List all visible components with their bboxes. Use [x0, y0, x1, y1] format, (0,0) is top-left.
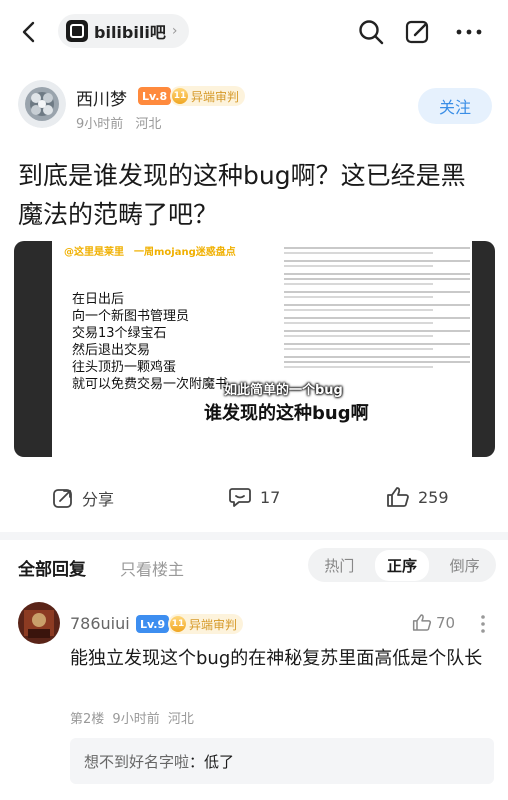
bilibili-logo-icon [66, 20, 88, 42]
image-caption-small: 如此简单的一个bug [224, 383, 343, 398]
forum-name: bilibili吧 [94, 23, 166, 42]
author-level-badge: Lv.8 [138, 87, 172, 105]
sort-hot[interactable]: 热门 [312, 550, 366, 581]
search-icon[interactable] [358, 19, 384, 45]
post-location: 河北 [135, 117, 162, 132]
sub-reply-text: 低了 [204, 752, 235, 771]
author-level-text: Lv.8 [142, 89, 168, 103]
sub-reply-separator: ： [189, 752, 205, 771]
like-button[interactable]: 259 [386, 486, 449, 508]
medal-icon: 11 [172, 88, 188, 104]
comment-meta: 第2楼 9小时前 河北 [70, 708, 194, 727]
image-caption-large: 谁发现的这种bug啊 [204, 403, 369, 424]
sub-reply[interactable]: 想不到好名字啦 ： 低了 [70, 738, 494, 784]
commenter-tag-text: 异端审判 [189, 617, 238, 632]
commenter-level-text: Lv.9 [140, 617, 166, 631]
image-steps-text [284, 247, 470, 374]
thumbs-up-icon [387, 487, 409, 507]
comment-button[interactable]: 17 [228, 486, 280, 508]
like-count: 259 [418, 487, 449, 507]
section-divider [0, 532, 508, 540]
tab-all-replies[interactable]: 全部回复 [18, 555, 86, 580]
commenter-name[interactable]: 786uiui [70, 614, 130, 633]
share-button[interactable]: 分享 [52, 486, 114, 510]
back-icon[interactable] [18, 20, 42, 44]
thumbs-up-icon [412, 614, 432, 631]
post-image[interactable]: @这里是莱里 一周mojang迷惑盘点 在日出后 向一个新图书管理员 交易13个… [14, 241, 495, 457]
commenter-avatar[interactable] [18, 602, 60, 644]
share-icon [53, 489, 72, 508]
author-tag: 11 异端审判 [170, 86, 246, 106]
author-name[interactable]: 西川梦 [76, 85, 127, 110]
commenter-tag: 11 异端审判 [168, 614, 244, 634]
comment-time: 9小时前 [112, 712, 160, 727]
sub-reply-author[interactable]: 想不到好名字啦 [84, 751, 189, 772]
author-tag-text: 异端审判 [191, 89, 240, 104]
comment-more-icon[interactable] [480, 614, 486, 634]
forum-chip[interactable]: bilibili吧 › [58, 14, 190, 48]
comment-location: 河北 [167, 712, 194, 727]
image-header: @这里是莱里 一周mojang迷惑盘点 [64, 247, 236, 258]
comment-icon [229, 488, 251, 507]
share-label: 分享 [82, 490, 115, 509]
video-frame: @这里是莱里 一周mojang迷惑盘点 在日出后 向一个新图书管理员 交易13个… [52, 241, 472, 457]
sort-selector: 热门 正序 倒序 [308, 548, 496, 582]
comment-like-count: 70 [436, 613, 456, 632]
comment-floor: 第2楼 [70, 712, 105, 727]
chevron-right-icon: › [171, 23, 178, 39]
edit-icon[interactable] [404, 18, 432, 46]
follow-button[interactable]: 关注 [418, 88, 492, 124]
comment-text: 能独立发现这个bug的在神秘复苏里面高低是个队长 [70, 648, 483, 669]
tab-author-only[interactable]: 只看楼主 [120, 556, 184, 580]
comment-like-button[interactable]: 70 [412, 613, 455, 632]
top-bar: bilibili吧 › [0, 0, 508, 64]
post-title: 到底是谁发现的这种bug啊？这已经是黑魔法的范畴了吧？ [18, 161, 466, 229]
comment-count: 17 [260, 487, 281, 507]
more-icon[interactable] [456, 28, 482, 36]
post-meta: 9小时前 河北 [76, 113, 161, 132]
commenter-level-badge: Lv.9 [136, 615, 170, 633]
medal-icon: 11 [170, 616, 186, 632]
post-time: 9小时前 [76, 117, 124, 132]
sort-descending[interactable]: 倒序 [438, 550, 492, 581]
author-avatar[interactable] [18, 80, 66, 128]
sort-ascending[interactable]: 正序 [374, 549, 429, 581]
image-text: 在日出后 向一个新图书管理员 交易13个绿宝石 然后退出交易 往头顶扔一颗鸡蛋 … [72, 292, 229, 392]
